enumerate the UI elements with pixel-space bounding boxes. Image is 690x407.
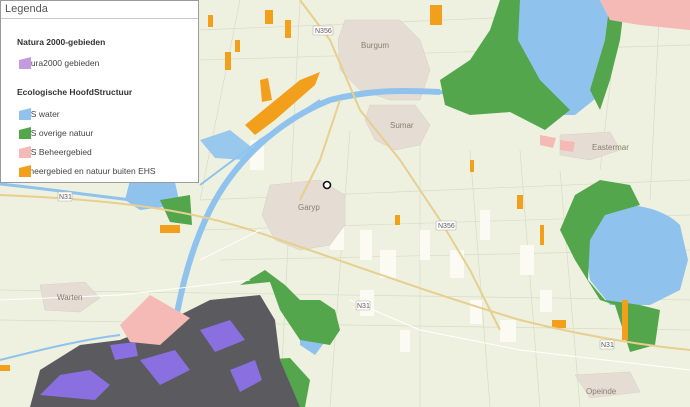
- legend-item-natura2000: natura2000 gebieden: [19, 57, 99, 69]
- legend-item-beheer-buiten-ehs: Beheergebied en natuur buiten EHS: [19, 165, 156, 177]
- ehs-nature-swatch-icon: [19, 127, 31, 139]
- svg-text:N31: N31: [59, 194, 72, 201]
- place-label-garyp[interactable]: Garyp: [298, 203, 320, 212]
- legend-panel: Legenda Natura 2000-gebieden natura2000 …: [0, 0, 199, 183]
- ehs-water-swatch-icon: [19, 108, 31, 120]
- svg-text:N31: N31: [601, 342, 614, 349]
- place-label-sumar[interactable]: Sumar: [390, 121, 414, 130]
- legend-title: Legenda: [5, 3, 48, 15]
- map-view[interactable]: Burgum Sumar Garyp Warten Eastermar Opei…: [0, 0, 690, 407]
- beheer-buiten-swatch-icon: [19, 165, 31, 177]
- legend-divider: [1, 18, 198, 19]
- natura2000-swatch-icon: [19, 57, 31, 69]
- road-shield-n31-mid: N31: [355, 300, 371, 311]
- place-label-opeinde[interactable]: Opeinde: [586, 387, 617, 396]
- svg-text:N356: N356: [315, 28, 332, 35]
- svg-text:N31: N31: [357, 303, 370, 310]
- road-shield-n31-east: N31: [599, 339, 615, 350]
- road-shield-n356-south: N356: [435, 220, 457, 231]
- legend-item-label: Beheergebied en natuur buiten EHS: [19, 166, 156, 176]
- road-shield-n356-north: N356: [312, 25, 334, 36]
- legend-item-ehs-beheergebied: EHS Beheergebied: [19, 146, 92, 158]
- road-shield-n31-west: N31: [57, 191, 73, 202]
- place-label-burgum[interactable]: Burgum: [361, 41, 389, 50]
- legend-item-ehs-overige-natuur: EHS overige natuur: [19, 127, 93, 139]
- svg-text:N356: N356: [438, 223, 455, 230]
- legend-section-title-natura2000: Natura 2000-gebieden: [17, 37, 106, 47]
- ehs-beheer-swatch-icon: [19, 146, 31, 158]
- legend-item-ehs-water: EHS water: [19, 108, 60, 120]
- place-label-eastermar[interactable]: Eastermar: [592, 143, 629, 152]
- legend-section-title-ehs: Ecologische HoofdStructuur: [17, 87, 133, 97]
- place-label-warten[interactable]: Warten: [57, 293, 83, 302]
- legend-item-label: natura2000 gebieden: [19, 58, 100, 68]
- location-marker-icon[interactable]: [322, 180, 332, 190]
